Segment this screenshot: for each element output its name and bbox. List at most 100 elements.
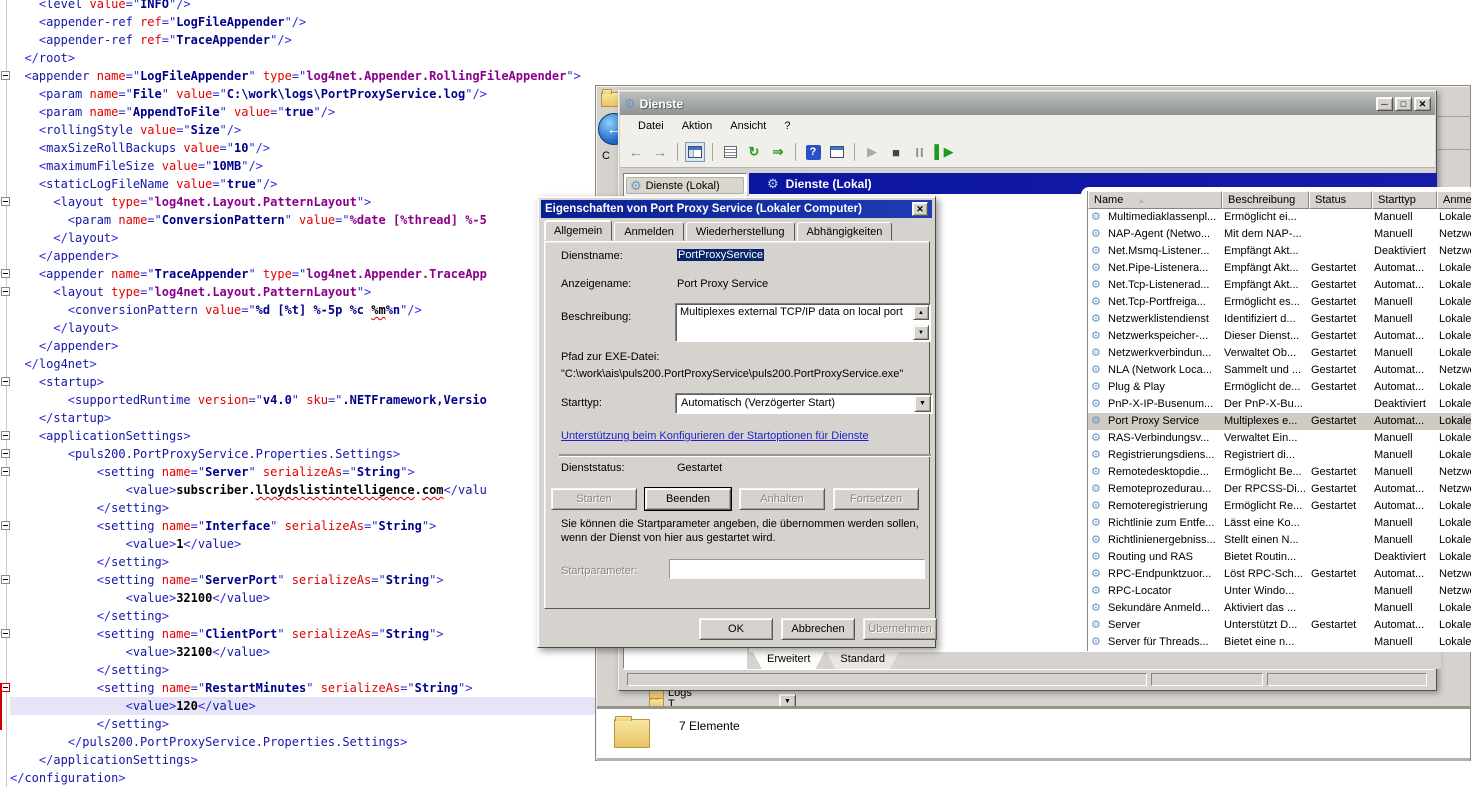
code-line[interactable]: </setting> <box>10 553 595 571</box>
dialog-title-bar[interactable]: Eigenschaften von Port Proxy Service (Lo… <box>541 200 932 218</box>
service-row[interactable]: ⚙NAP-Agent (Netwo...Mit dem NAP-...Manue… <box>1088 226 1471 243</box>
tab-allgemein[interactable]: Allgemein <box>544 220 612 241</box>
column-header-name[interactable]: Name▲ <box>1088 191 1222 209</box>
code-line[interactable]: <param name="AppendToFile" value="true"/… <box>10 103 595 121</box>
code-line[interactable]: <level value="INFO"/> <box>10 0 595 13</box>
desc-scroll-up-icon[interactable]: ▲ <box>913 305 929 320</box>
minimize-button[interactable]: ─ <box>1376 97 1393 111</box>
fold-collapse-icon[interactable] <box>1 521 10 530</box>
forward-icon[interactable]: → <box>650 142 670 162</box>
beenden-button[interactable]: Beenden <box>645 488 731 510</box>
code-line[interactable]: <setting name="Server" serializeAs="Stri… <box>10 463 595 481</box>
code-line[interactable]: <appender-ref ref="LogFileAppender"/> <box>10 13 595 31</box>
code-line[interactable]: </setting> <box>10 607 595 625</box>
menu-hilfe[interactable]: ? <box>776 118 798 134</box>
fortsetzen-button[interactable]: Fortsetzen <box>833 488 919 510</box>
fold-collapse-icon[interactable] <box>1 287 10 296</box>
code-line[interactable]: </setting> <box>10 661 595 679</box>
code-line[interactable]: <rollingStyle value="Size"/> <box>10 121 595 139</box>
code-line[interactable]: <maximumFileSize value="10MB"/> <box>10 157 595 175</box>
service-row[interactable]: ⚙ServerUnterstützt D...GestartetAutomat.… <box>1088 617 1471 634</box>
anhalten-button[interactable]: Anhalten <box>739 488 825 510</box>
service-row[interactable]: ⚙Multimediaklassenpl...Ermöglicht ei...M… <box>1088 209 1471 226</box>
menu-aktion[interactable]: Aktion <box>674 118 721 134</box>
code-line[interactable]: <layout type="log4net.Layout.PatternLayo… <box>10 283 595 301</box>
service-row[interactable]: ⚙Sekundäre Anmeld...Aktiviert das ...Man… <box>1088 600 1471 617</box>
code-line[interactable]: <appender name="LogFileAppender" type="l… <box>10 67 595 85</box>
code-line[interactable]: <setting name="RestartMinutes" serialize… <box>10 679 595 697</box>
code-line[interactable]: <value>1</value> <box>10 535 595 553</box>
code-line[interactable]: <layout type="log4net.Layout.PatternLayo… <box>10 193 595 211</box>
code-line[interactable]: <puls200.PortProxyService.Properties.Set… <box>10 445 595 463</box>
abbrechen-button[interactable]: Abbrechen <box>781 618 855 640</box>
service-row[interactable]: ⚙NLA (Network Loca...Sammelt und ...Gest… <box>1088 362 1471 379</box>
code-line[interactable]: <conversionPattern value="%d [%t] %-5p %… <box>10 301 595 319</box>
tab-abhaengigkeiten[interactable]: Abhängigkeiten <box>797 222 893 241</box>
service-row[interactable]: ⚙Net.Tcp-Listenerad...Empfängt Akt...Ges… <box>1088 277 1471 294</box>
fold-collapse-icon[interactable] <box>1 71 10 80</box>
startoptionen-link[interactable]: Unterstützung beim Konfigurieren der Sta… <box>561 430 869 442</box>
service-row[interactable]: ⚙RemoteregistrierungErmöglicht Re...Gest… <box>1088 498 1471 515</box>
column-header-starttyp[interactable]: Starttyp <box>1372 191 1437 209</box>
code-line[interactable]: </appender> <box>10 247 595 265</box>
service-row[interactable]: ⚙Net.Pipe-Listenera...Empfängt Akt...Ges… <box>1088 260 1471 277</box>
service-row[interactable]: ⚙NetzwerklistendienstIdentifiziert d...G… <box>1088 311 1471 328</box>
desc-scroll-down-icon[interactable]: ▼ <box>913 325 929 340</box>
code-line[interactable]: <maxSizeRollBackups value="10"/> <box>10 139 595 157</box>
tab-wiederherstellung[interactable]: Wiederherstellung <box>686 222 795 241</box>
tab-erweitert[interactable]: Erweitert <box>753 652 824 669</box>
help-icon[interactable]: ? <box>803 142 823 162</box>
code-line[interactable]: <applicationSettings> <box>10 427 595 445</box>
refresh-icon[interactable]: ↻ <box>744 142 764 162</box>
code-line[interactable]: </appender> <box>10 337 595 355</box>
combo-dropdown-icon[interactable]: ▼ <box>914 395 931 412</box>
code-line[interactable]: <setting name="ServerPort" serializeAs="… <box>10 571 595 589</box>
service-row[interactable]: ⚙RPC-LocatorUnter Windo...ManuellNetzwer… <box>1088 583 1471 600</box>
service-row[interactable]: ⚙Port Proxy ServiceMultiplexes e...Gesta… <box>1088 413 1471 430</box>
fold-collapse-icon[interactable] <box>1 575 10 584</box>
fold-collapse-icon[interactable] <box>1 197 10 206</box>
code-line[interactable]: <param name="File" value="C:\work\logs\P… <box>10 85 595 103</box>
code-line[interactable]: </root> <box>10 49 595 67</box>
value-dienstname[interactable]: PortProxyService <box>677 249 764 261</box>
properties-icon[interactable] <box>720 142 740 162</box>
code-line[interactable]: <value>32100</value> <box>10 589 595 607</box>
service-row[interactable]: ⚙Net.Tcp-Portfreiga...Ermöglicht es...Ge… <box>1088 294 1471 311</box>
show-console-tree-icon[interactable] <box>685 142 705 162</box>
code-line[interactable]: </setting> <box>10 499 595 517</box>
code-line[interactable]: <setting name="Interface" serializeAs="S… <box>10 517 595 535</box>
starttyp-combobox[interactable]: Automatisch (Verzögerter Start) ▼ <box>675 393 933 414</box>
code-lines[interactable]: <level value="INFO"/> <appender-ref ref=… <box>10 0 595 787</box>
fold-collapse-icon[interactable] <box>1 467 10 476</box>
service-row[interactable]: ⚙RAS-Verbindungsv...Verwaltet Ein...Manu… <box>1088 430 1471 447</box>
restart-service-icon[interactable]: ▌▶ <box>934 142 954 162</box>
code-line[interactable]: </layout> <box>10 319 595 337</box>
maximize-button[interactable]: □ <box>1395 97 1412 111</box>
code-line[interactable]: <appender-ref ref="TraceAppender"/> <box>10 31 595 49</box>
tree-item-dienste-lokal[interactable]: ⚙ Dienste (Lokal) <box>626 177 744 194</box>
code-line[interactable]: <setting name="ClientPort" serializeAs="… <box>10 625 595 643</box>
export-list-icon[interactable]: ⇒ <box>768 142 788 162</box>
fold-collapse-icon[interactable] <box>1 269 10 278</box>
code-line[interactable]: </configuration> <box>10 769 595 787</box>
code-line[interactable]: <startup> <box>10 373 595 391</box>
code-line[interactable]: <supportedRuntime version="v4.0" sku=".N… <box>10 391 595 409</box>
menu-datei[interactable]: Datei <box>630 118 672 134</box>
uebernehmen-button[interactable]: Übernehmen <box>863 618 937 640</box>
service-row[interactable]: ⚙PnP-X-IP-Busenum...Der PnP-X-Bu...Deakt… <box>1088 396 1471 413</box>
service-row[interactable]: ⚙RPC-Endpunktzuor...Löst RPC-Sch...Gesta… <box>1088 566 1471 583</box>
pause-service-icon[interactable]: II <box>910 142 930 162</box>
ok-button[interactable]: OK <box>699 618 773 640</box>
service-row[interactable]: ⚙Netzwerkspeicher-...Dieser Dienst...Ges… <box>1088 328 1471 345</box>
service-row[interactable]: ⚙Remotedesktopdie...Ermöglicht Be...Gest… <box>1088 464 1471 481</box>
service-row[interactable]: ⚙Plug & PlayErmöglicht de...GestartetAut… <box>1088 379 1471 396</box>
column-header-anmelden-als[interactable]: Anmelden als <box>1437 191 1471 209</box>
code-line[interactable]: </startup> <box>10 409 595 427</box>
service-row[interactable]: ⚙Richtlinienergebniss...Stellt einen N..… <box>1088 532 1471 549</box>
stop-service-icon[interactable]: ■ <box>886 142 906 162</box>
code-line[interactable]: <param name="ConversionPattern" value="%… <box>10 211 595 229</box>
startparameter-input[interactable] <box>669 559 925 579</box>
back-icon[interactable]: ← <box>626 142 646 162</box>
code-line[interactable]: <appender name="TraceAppender" type="log… <box>10 265 595 283</box>
code-line[interactable]: <value>subscriber.lloydslistintelligence… <box>10 481 595 499</box>
